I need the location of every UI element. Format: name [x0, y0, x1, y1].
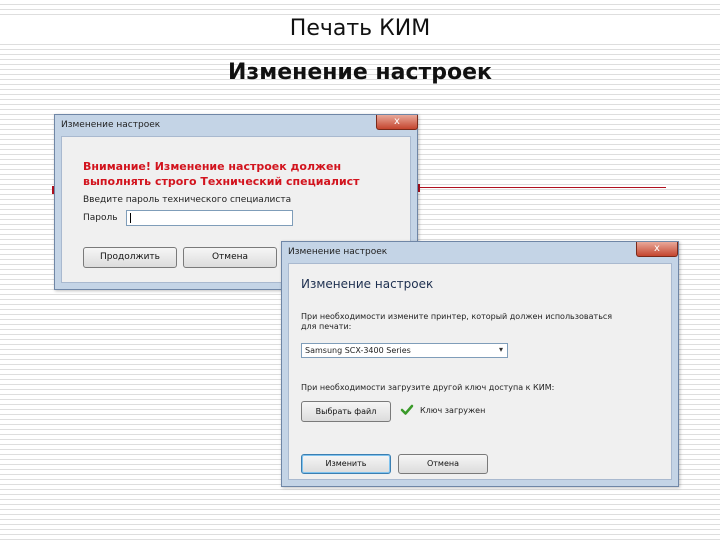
- password-label: Пароль: [83, 213, 118, 223]
- checkmark-icon: [400, 404, 414, 415]
- warning-line-2: выполнять строго Технический специалист: [83, 175, 360, 188]
- password-dialog-title: Изменение настроек: [61, 120, 161, 130]
- close-icon[interactable]: x: [636, 242, 678, 257]
- accent-line: [418, 187, 666, 188]
- change-button[interactable]: Изменить: [301, 454, 391, 474]
- slide-title: Печать КИМ: [0, 16, 720, 41]
- password-prompt: Введите пароль технического специалиста: [83, 195, 292, 205]
- password-dialog-titlebar[interactable]: Изменение настроек: [55, 115, 417, 135]
- chevron-down-icon: ▾: [498, 345, 503, 354]
- settings-heading: Изменение настроек: [301, 277, 434, 291]
- printer-select[interactable]: Samsung SCX-3400 Series ▾: [301, 343, 508, 358]
- key-prompt: При необходимости загрузите другой ключ …: [301, 383, 555, 392]
- cancel-button[interactable]: Отмена: [183, 247, 277, 268]
- printer-prompt-line-2: для печати:: [301, 322, 352, 331]
- settings-dialog-body: Изменение настроек При необходимости изм…: [288, 263, 672, 480]
- printer-prompt: При необходимости измените принтер, кото…: [301, 312, 612, 332]
- password-input[interactable]: [126, 210, 293, 226]
- settings-dialog: Изменение настроек x Изменение настроек …: [281, 241, 679, 487]
- printer-prompt-line-1: При необходимости измените принтер, кото…: [301, 312, 613, 321]
- printer-selected-value: Samsung SCX-3400 Series: [305, 346, 411, 355]
- continue-button[interactable]: Продолжить: [83, 247, 177, 268]
- warning-message: Внимание! Изменение настроек должен выпо…: [83, 159, 383, 189]
- choose-file-button[interactable]: Выбрать файл: [301, 401, 391, 422]
- cancel-button[interactable]: Отмена: [398, 454, 488, 474]
- slide-subtitle: Изменение настроек: [228, 60, 492, 85]
- close-icon[interactable]: x: [376, 115, 418, 130]
- text-caret: [130, 213, 131, 223]
- key-status: Ключ загружен: [420, 406, 486, 415]
- settings-dialog-titlebar[interactable]: Изменение настроек: [282, 242, 678, 262]
- warning-line-1: Внимание! Изменение настроек должен: [83, 160, 342, 173]
- settings-dialog-title: Изменение настроек: [288, 247, 388, 257]
